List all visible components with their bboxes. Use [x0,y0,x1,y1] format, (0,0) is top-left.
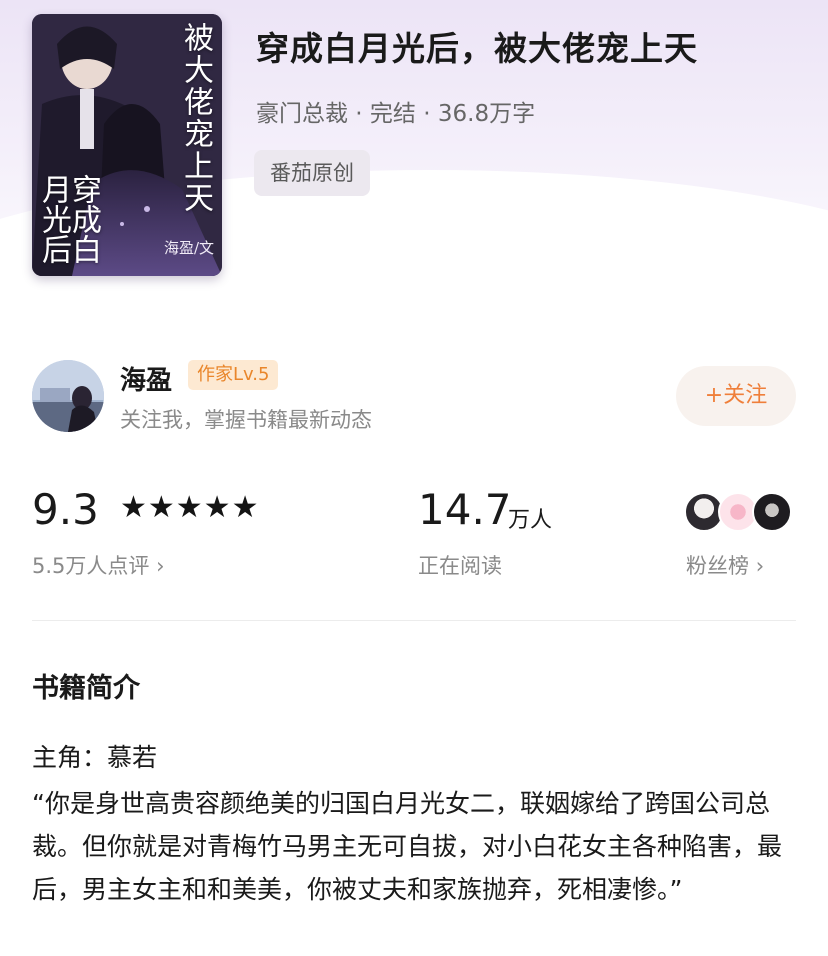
readers-value: 14.7 [418,485,512,534]
book-tag[interactable]: 番茄原创 [254,150,370,196]
chevron-right-icon: › [755,554,765,578]
intro-section-title: 书籍简介 [32,673,140,704]
book-meta: 豪门总裁 · 完结 · 36.8万字 [256,101,536,127]
cover-title-bottom: 穿成白月光后 [36,174,101,264]
book-cover[interactable]: 被大佬宠上天 穿成白月光后 海盈/文 [32,14,222,276]
author-level-badge: 作家Lv.5 [188,360,279,390]
book-title: 穿成白月光后，被大佬宠上天 [256,29,698,68]
author-avatar[interactable] [32,360,104,432]
rating-value: 9.3 [32,485,99,534]
author-description: 关注我，掌握书籍最新动态 [120,408,372,432]
fan-avatar-3[interactable] [752,492,792,532]
fans-ranking-link[interactable]: 粉丝榜 › [686,550,764,580]
author-avatar-image [32,360,104,432]
readers-label: 正在阅读 [418,554,502,578]
author-name[interactable]: 海盈 [120,360,172,397]
rating-stars: ★★★★★ [120,490,260,525]
fans-label: 粉丝榜 [686,554,749,578]
cover-title-top: 被大佬宠上天 [178,22,213,214]
intro-text: “你是身世高贵容颜绝美的归国白月光女二，联姻嫁给了跨国公司总裁。但你就是对青梅竹… [32,789,783,904]
protagonist-line: 主角：慕若 [32,743,158,772]
chevron-right-icon: › [156,554,165,578]
section-divider [32,620,796,621]
follow-button[interactable]: +关注 [676,366,796,426]
cover-author-credit: 海盈/文 [163,239,214,257]
reviews-link[interactable]: 5.5万人点评 › [32,550,165,580]
readers-unit: 万人 [508,508,553,533]
reviews-label: 5.5万人点评 [32,554,150,578]
